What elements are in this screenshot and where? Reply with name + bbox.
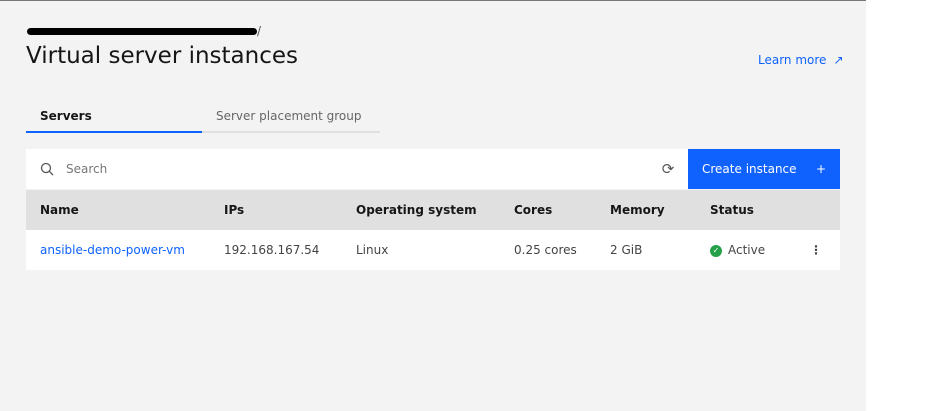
table-toolbar: Search ⟳ Create instance + [26, 149, 840, 189]
header-memory[interactable]: Memory [596, 190, 696, 230]
learn-more-label: Learn more [758, 53, 827, 67]
plus-icon: + [815, 162, 826, 176]
breadcrumb[interactable]: / [27, 24, 261, 38]
header-name[interactable]: Name [26, 190, 210, 230]
header-cores[interactable]: Cores [500, 190, 596, 230]
cell-ip: 192.168.167.54 [210, 230, 342, 270]
status-label: Active [728, 243, 766, 257]
page-title: Virtual server instances [26, 43, 299, 69]
header-status[interactable]: Status [696, 190, 796, 230]
overflow-menu-icon[interactable]: ⋮ [796, 230, 840, 270]
table-header: Name IPs Operating system Cores Memory S… [26, 190, 840, 230]
redacted-breadcrumb [27, 28, 257, 35]
cell-os: Linux [342, 230, 500, 270]
tab-servers[interactable]: Servers [26, 109, 202, 133]
cell-status: ✓ Active [696, 230, 796, 270]
learn-more-link[interactable]: Learn more ↗ [758, 53, 844, 67]
external-link-icon: ↗ [833, 53, 844, 67]
refresh-icon[interactable]: ⟳ [648, 160, 688, 178]
header-ips[interactable]: IPs [210, 190, 342, 230]
page: / Virtual server instances Learn more ↗ S… [0, 0, 866, 411]
search-icon [40, 162, 54, 176]
server-name-link[interactable]: ansible-demo-power-vm [40, 243, 185, 257]
cell-memory: 2 GiB [596, 230, 696, 270]
create-instance-label: Create instance [702, 162, 797, 176]
servers-table: Name IPs Operating system Cores Memory S… [26, 190, 840, 270]
check-circle-icon: ✓ [710, 244, 722, 257]
header-actions [796, 190, 840, 230]
table-row: ansible-demo-power-vm 192.168.167.54 Lin… [26, 230, 840, 270]
cell-cores: 0.25 cores [500, 230, 596, 270]
breadcrumb-separator: / [257, 24, 262, 38]
tab-server-placement-group[interactable]: Server placement group [202, 109, 380, 133]
search-input[interactable]: Search [66, 162, 648, 176]
tabs: Servers Server placement group [26, 109, 380, 133]
header-os[interactable]: Operating system [342, 190, 500, 230]
create-instance-button[interactable]: Create instance + [688, 149, 840, 189]
